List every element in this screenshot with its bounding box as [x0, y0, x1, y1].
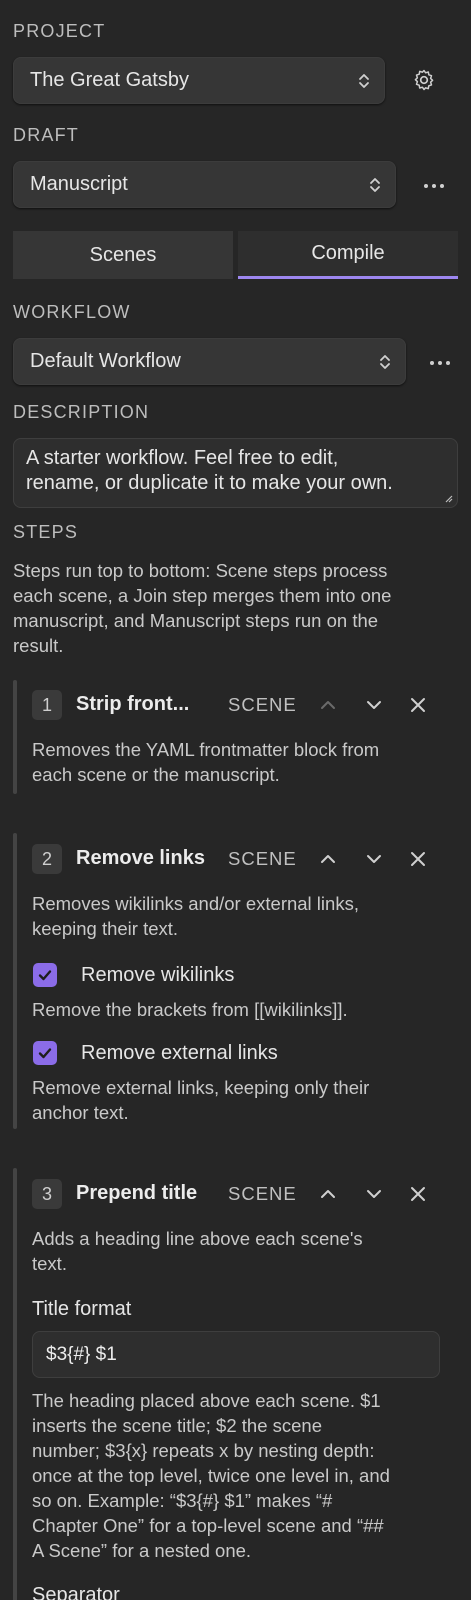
move-up-icon[interactable]	[316, 1182, 340, 1206]
move-down-icon[interactable]	[362, 693, 386, 717]
draft-label: DRAFT	[13, 125, 79, 145]
move-up-icon[interactable]	[316, 847, 340, 871]
ellipsis-icon	[430, 361, 450, 365]
step-description-line: keeping their text.	[32, 918, 179, 939]
step-description: Adds a heading line above each scene's t…	[32, 1226, 452, 1276]
steps-intro-line: manuscript, and Manuscript steps run on …	[13, 610, 379, 631]
tab-scenes[interactable]: Scenes	[13, 231, 233, 279]
tab-compile-label: Compile	[311, 242, 385, 264]
step-number-badge: 1	[32, 690, 62, 720]
description-textarea[interactable]: A starter workflow. Feel free to edit, r…	[13, 438, 458, 508]
step-card-border	[13, 680, 17, 794]
remove-step-icon[interactable]	[406, 693, 430, 717]
move-down-icon[interactable]	[362, 847, 386, 871]
step-card-border	[13, 1168, 17, 1600]
draft-select[interactable]: Manuscript	[13, 161, 396, 208]
remove-external-links-label: Remove external links	[81, 1042, 278, 1064]
remove-external-links-checkbox[interactable]	[33, 1041, 57, 1065]
checkmark-icon	[38, 1048, 52, 1059]
project-settings-button[interactable]	[410, 66, 438, 94]
help-line: anchor text.	[32, 1102, 129, 1123]
step-title: Strip front...	[76, 693, 190, 715]
tab-scenes-label: Scenes	[89, 243, 157, 266]
chevron-updown-icon	[359, 73, 369, 88]
step-title: Prepend title	[76, 1182, 198, 1204]
workflow-more-button[interactable]	[426, 349, 454, 377]
help-line: once at the top level, twice one level i…	[32, 1465, 390, 1486]
step-description-line: each scene or the manuscript.	[32, 764, 280, 785]
help-line: Chapter One” for a top-level scene and “…	[32, 1515, 384, 1536]
help-line: Remove external links, keeping only thei…	[32, 1077, 370, 1098]
step-kind: SCENE	[228, 848, 297, 869]
steps-label: STEPS	[13, 522, 79, 542]
title-format-help: The heading placed above each scene. $1 …	[32, 1388, 462, 1563]
remove-step-icon[interactable]	[406, 847, 430, 871]
move-up-icon[interactable]	[316, 693, 340, 717]
step-number-badge: 3	[32, 1179, 62, 1209]
title-format-label: Title format	[32, 1298, 132, 1320]
move-down-icon[interactable]	[362, 1182, 386, 1206]
step-description-line: Removes wikilinks and/or external links,	[32, 893, 359, 914]
workflow-label: WORKFLOW	[13, 302, 131, 322]
separator-label: Separator	[32, 1584, 120, 1600]
description-line: rename, or duplicate it to make your own…	[26, 472, 393, 494]
step-kind: SCENE	[228, 1183, 297, 1204]
help-line: so on. Example: “$3{#} $1” makes “#	[32, 1490, 333, 1511]
help-line: A Scene” for a nested one.	[32, 1540, 252, 1561]
step-number-badge: 2	[32, 844, 62, 874]
title-format-input[interactable]: $3{#} $1	[32, 1331, 440, 1378]
steps-intro-line: each scene, a Join step merges them into…	[13, 585, 392, 606]
step-description: Removes the YAML frontmatter block from …	[32, 737, 452, 787]
remove-wikilinks-label: Remove wikilinks	[81, 964, 235, 986]
project-label: PROJECT	[13, 21, 106, 41]
help-line: inserts the scene title; $2 the scene	[32, 1415, 323, 1436]
workflow-select-value: Default Workflow	[30, 350, 181, 372]
title-format-value: $3{#} $1	[46, 1343, 117, 1365]
help-line: The heading placed above each scene. $1	[32, 1390, 381, 1411]
step-description: Removes wikilinks and/or external links,…	[32, 891, 452, 941]
step-card-border	[13, 833, 17, 1129]
description-line: A starter workflow. Feel free to edit,	[26, 447, 339, 469]
step-description-line: Adds a heading line above each scene's	[32, 1228, 363, 1249]
project-select[interactable]: The Great Gatsby	[13, 57, 385, 104]
remove-external-links-help: Remove external links, keeping only thei…	[32, 1075, 452, 1125]
remove-step-icon[interactable]	[406, 1182, 430, 1206]
step-title: Remove links	[76, 847, 205, 869]
step-description-line: Removes the YAML frontmatter block from	[32, 739, 380, 760]
remove-wikilinks-checkbox[interactable]	[33, 963, 57, 987]
ellipsis-icon	[424, 184, 444, 188]
chevron-updown-icon	[370, 177, 380, 192]
steps-intro-line: Steps run top to bottom: Scene steps pro…	[13, 560, 388, 581]
help-line: number; $3{x} repeats x by nesting depth…	[32, 1440, 375, 1461]
workflow-select[interactable]: Default Workflow	[13, 338, 406, 385]
draft-more-button[interactable]	[420, 172, 448, 200]
description-label: DESCRIPTION	[13, 402, 150, 422]
steps-intro-line: result.	[13, 635, 64, 656]
chevron-updown-icon	[380, 354, 390, 369]
checkmark-icon	[38, 970, 52, 981]
gear-icon	[414, 69, 434, 91]
remove-wikilinks-help: Remove the brackets from [[wikilinks]].	[32, 999, 348, 1020]
tab-compile[interactable]: Compile	[238, 231, 458, 279]
resize-handle-icon[interactable]	[443, 493, 453, 503]
project-select-value: The Great Gatsby	[30, 69, 189, 91]
step-kind: SCENE	[228, 694, 297, 715]
step-description-line: text.	[32, 1253, 67, 1274]
steps-intro: Steps run top to bottom: Scene steps pro…	[13, 558, 463, 658]
draft-select-value: Manuscript	[30, 173, 128, 195]
